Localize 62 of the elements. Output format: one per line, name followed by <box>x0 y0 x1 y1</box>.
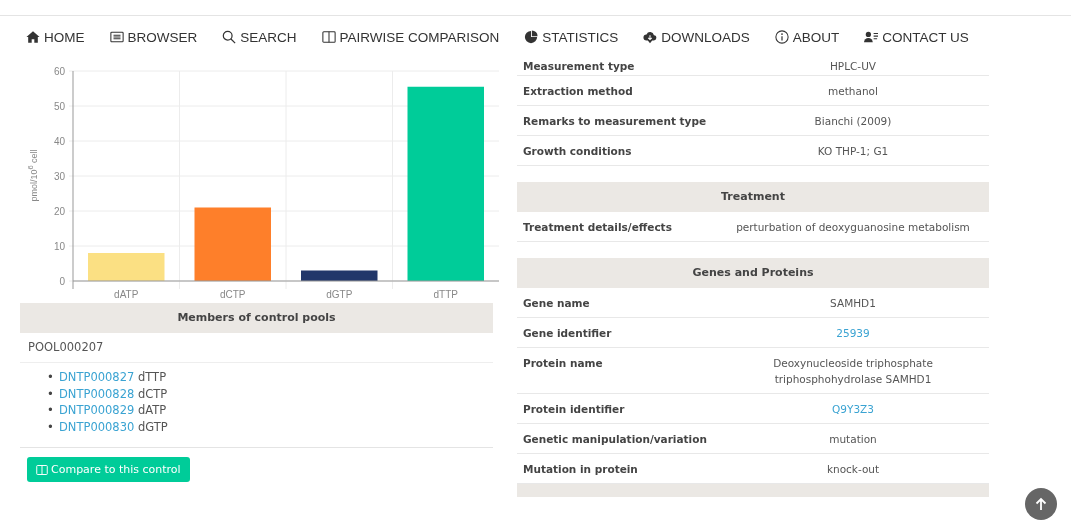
section-header: Members of control pools <box>20 303 493 333</box>
row-label: Remarks to measurement type <box>523 115 707 127</box>
row-value: knock-out <box>826 463 880 475</box>
bullet: • <box>47 418 55 435</box>
row-value: methanol <box>828 85 878 97</box>
row-label: Mutation in protein <box>523 463 638 475</box>
row-label: Treatment details/effects <box>523 221 672 233</box>
nav-link[interactable]: PAIRWISE COMPARISON <box>321 29 500 45</box>
y-tick-label: 20 <box>53 205 65 217</box>
y-tick-label: 10 <box>53 240 65 252</box>
row-value: Bianchi (2009) <box>814 115 892 127</box>
x-tick-label: dATP <box>114 289 139 300</box>
section-header: Treatment <box>517 182 989 212</box>
x-tick-label: dCTP <box>219 289 246 300</box>
nav-link[interactable]: CONTACT US <box>864 29 969 45</box>
nav-link[interactable]: SEARCH <box>222 29 297 45</box>
x-tick-label: dGTP <box>326 289 353 300</box>
row-label: Gene name <box>523 297 590 309</box>
y-tick-label: 0 <box>59 275 65 287</box>
member-name: dTTP <box>138 370 167 384</box>
columns-icon <box>321 30 336 44</box>
nav-link[interactable]: ABOUT <box>774 29 840 45</box>
cloud-download-icon <box>643 30 658 44</box>
row-value: perturbation of deoxyguanosine metabolism <box>736 221 970 233</box>
y-tick-label: 60 <box>53 65 65 77</box>
row-value: KO THP-1; G1 <box>817 145 889 157</box>
nav-link[interactable]: DOWNLOADS <box>643 29 750 45</box>
y-tick-label: 40 <box>53 135 65 147</box>
row-value: mutation <box>829 433 877 445</box>
row-label: Protein name <box>523 357 603 369</box>
row-value: SAMHD1 <box>830 297 876 309</box>
row-value: Deoxynucleoside triphosphate triphosphohydrolase SAMHD1 <box>773 357 933 385</box>
contact-icon <box>864 30 879 44</box>
section-header: Genes and Proteins <box>517 258 989 288</box>
y-tick-label: 50 <box>53 100 65 112</box>
y-tick-label: 30 <box>53 170 65 182</box>
info-icon <box>774 30 789 44</box>
bullet: • <box>47 402 55 419</box>
search-icon <box>222 30 237 44</box>
columns-icon <box>36 463 48 476</box>
member-name: dCTP <box>138 386 168 401</box>
nav-link[interactable]: HOME <box>26 29 85 45</box>
row-label: Protein identifier <box>523 403 625 415</box>
member-name: dATP <box>138 403 167 417</box>
list-icon <box>109 30 124 44</box>
nav-link[interactable]: BROWSER <box>109 29 198 45</box>
row-label: Gene identifier <box>523 327 612 339</box>
nav-link[interactable]: STATISTICS <box>524 29 619 45</box>
row-label: Growth conditions <box>523 145 632 157</box>
x-tick-label: dTTP <box>433 289 458 300</box>
arrow-up-icon <box>1033 496 1049 512</box>
row-value: HPLC-UV <box>829 60 877 72</box>
row-label: Genetic manipulation/variation <box>523 433 707 445</box>
bullet: • <box>47 385 55 402</box>
home-icon <box>26 30 40 44</box>
row-label: Extraction method <box>523 85 633 97</box>
member-name: dGTP <box>138 419 168 434</box>
scroll-top-button[interactable] <box>1025 488 1057 520</box>
pie-chart-icon <box>524 30 539 44</box>
bullet: • <box>47 369 55 386</box>
pool-id: POOL000207 <box>28 340 104 354</box>
row-label: Measurement type <box>523 60 635 72</box>
